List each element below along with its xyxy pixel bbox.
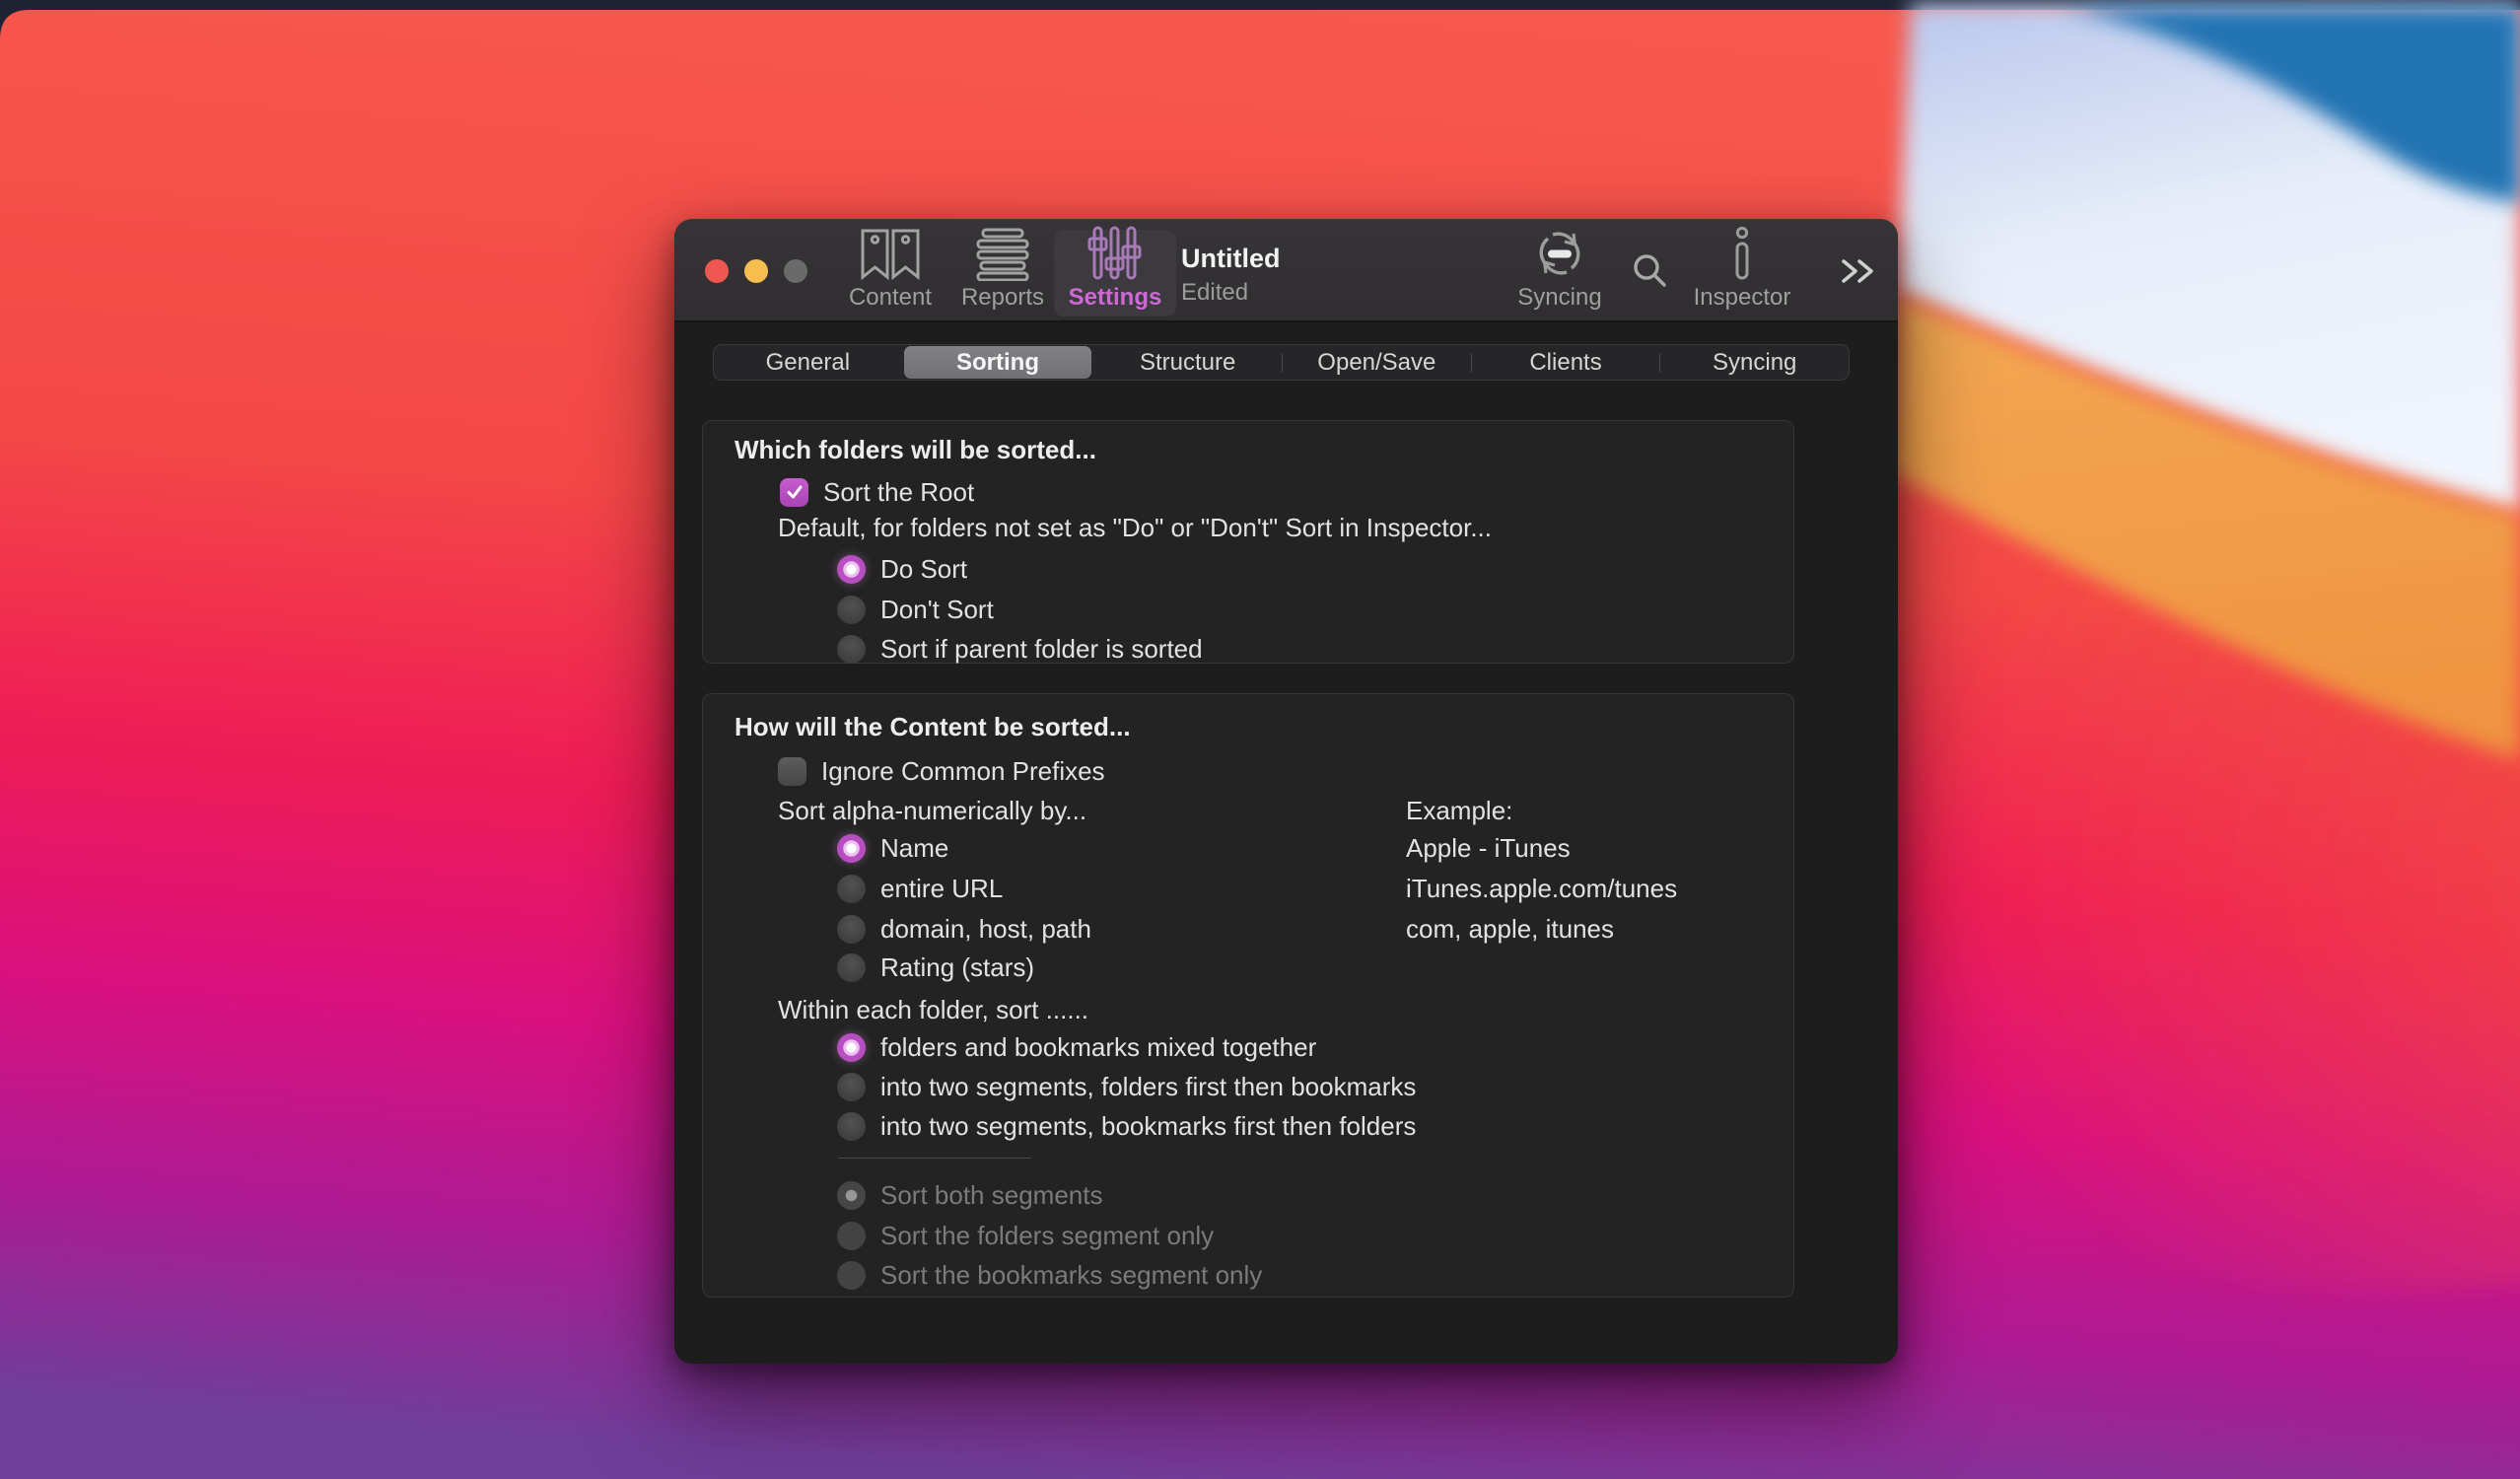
group-heading: Which folders will be sorted... <box>735 435 1096 464</box>
sort-root-checkbox[interactable] <box>780 477 808 507</box>
app-window: Content Reports Settings Untitled Edited… <box>674 219 1898 1364</box>
close-button[interactable] <box>705 259 729 283</box>
sort-both-segments-radio <box>837 1180 866 1210</box>
example-value: Apple - iTunes <box>1406 832 1571 863</box>
tab-open-save[interactable]: Open/Save <box>1283 345 1471 380</box>
window-title: Untitled Edited <box>1181 244 1281 307</box>
radio-label: Don't Sort <box>880 594 994 624</box>
radio-label: entire URL <box>880 873 1004 903</box>
radio-label: Sort if parent folder is sorted <box>880 633 1203 664</box>
minimize-button[interactable] <box>744 259 768 283</box>
radio-label: Sort the bookmarks segment only <box>880 1259 1263 1290</box>
sort-both-segments-row: Sort both segments <box>837 1177 1102 1213</box>
toolbar-item-reports[interactable]: Reports <box>942 228 1064 317</box>
section-divider <box>838 1158 1031 1159</box>
radio-label: Sort the folders segment only <box>880 1220 1215 1250</box>
within-folder-caption: Within each folder, sort ...... <box>778 995 1089 1024</box>
toolbar-item-inspector[interactable]: Inspector <box>1681 226 1803 317</box>
radio-label: Rating (stars) <box>880 951 1035 982</box>
tab-sorting[interactable]: Sorting <box>903 346 1092 379</box>
toolbar-item-settings[interactable]: Settings <box>1054 226 1176 317</box>
overflow-chevron-icon[interactable] <box>1834 249 1881 298</box>
sort-folders-segment-radio <box>837 1221 866 1250</box>
sortby-name-row[interactable]: Name Apple - iTunes <box>837 830 1571 866</box>
settings-tab-bar: General Sorting Structure Open/Save Clie… <box>713 344 1850 381</box>
toolbar-label-settings: Settings <box>1068 284 1162 311</box>
default-sort-caption: Default, for folders not set as "Do" or … <box>778 513 1492 542</box>
mixed-together-radio[interactable] <box>837 1032 866 1062</box>
bookmarks-icon <box>859 228 922 281</box>
sort-if-parent-radio[interactable] <box>837 634 866 664</box>
sort-folders-segment-row: Sort the folders segment only <box>837 1218 1214 1253</box>
sortby-caption: Sort alpha-numerically by... <box>778 795 1087 825</box>
bookmarks-first-row[interactable]: into two segments, bookmarks first then … <box>837 1108 1416 1144</box>
tab-structure[interactable]: Structure <box>1093 345 1282 380</box>
sortby-domain-radio[interactable] <box>837 914 866 944</box>
radio-label: into two segments, folders first then bo… <box>880 1071 1417 1101</box>
sortby-domain-row[interactable]: domain, host, path com, apple, itunes <box>837 911 1614 947</box>
dont-sort-radio[interactable] <box>837 595 866 624</box>
radio-label: into two segments, bookmarks first then … <box>880 1110 1417 1141</box>
sync-arrows-icon <box>1531 226 1588 281</box>
dont-sort-row[interactable]: Don't Sort <box>837 592 994 627</box>
radio-label: domain, host, path <box>880 913 1091 944</box>
bookmarks-first-radio[interactable] <box>837 1111 866 1141</box>
do-sort-row[interactable]: Do Sort <box>837 551 967 587</box>
radio-label: folders and bookmarks mixed together <box>880 1031 1317 1062</box>
sort-if-parent-row[interactable]: Sort if parent folder is sorted <box>837 631 1203 667</box>
group-which-folders: Which folders will be sorted... Sort the… <box>702 420 1794 664</box>
sortby-name-radio[interactable] <box>837 833 866 863</box>
toolbar: Content Reports Settings Untitled Edited… <box>674 220 1898 322</box>
sort-bookmarks-segment-row: Sort the bookmarks segment only <box>837 1257 1262 1293</box>
toolbar-label-content: Content <box>848 284 933 311</box>
search-icon[interactable] <box>1627 247 1672 298</box>
checkbox-label: Ignore Common Prefixes <box>821 755 1105 786</box>
toolbar-item-syncing[interactable]: Syncing <box>1499 230 1621 317</box>
folders-first-row[interactable]: into two segments, folders first then bo… <box>837 1069 1416 1104</box>
document-status: Edited <box>1181 279 1249 306</box>
do-sort-radio[interactable] <box>837 554 866 584</box>
sort-bookmarks-segment-radio <box>837 1260 866 1290</box>
toolbar-item-content[interactable]: Content <box>829 228 951 317</box>
ignore-prefixes-checkbox[interactable] <box>778 756 806 786</box>
ignore-prefixes-row[interactable]: Ignore Common Prefixes <box>778 753 1105 789</box>
sortby-rating-row[interactable]: Rating (stars) <box>837 950 1034 985</box>
sliders-icon <box>1086 226 1144 281</box>
tab-general[interactable]: General <box>714 345 902 380</box>
example-value: com, apple, itunes <box>1406 913 1615 944</box>
radio-label: Sort both segments <box>880 1179 1103 1210</box>
sortby-caption-row: Sort alpha-numerically by... Example: <box>778 793 1512 828</box>
tab-syncing[interactable]: Syncing <box>1660 345 1849 380</box>
group-heading: How will the Content be sorted... <box>735 712 1131 741</box>
toolbar-label-inspector: Inspector <box>1693 284 1791 311</box>
tab-clients[interactable]: Clients <box>1472 345 1660 380</box>
zoom-button[interactable] <box>784 259 807 283</box>
group-content-sorting: How will the Content be sorted... Ignore… <box>702 693 1794 1298</box>
radio-label: Do Sort <box>880 553 968 584</box>
sortby-rating-radio[interactable] <box>837 952 866 982</box>
sortby-url-radio[interactable] <box>837 874 866 903</box>
radio-label: Name <box>880 832 949 863</box>
toolbar-label-syncing: Syncing <box>1517 284 1602 311</box>
report-lines-icon <box>975 228 1030 281</box>
folders-first-radio[interactable] <box>837 1072 866 1101</box>
sort-root-row[interactable]: Sort the Root <box>780 474 974 510</box>
example-value: iTunes.apple.com/tunes <box>1406 873 1678 903</box>
checkbox-label: Sort the Root <box>823 476 975 507</box>
toolbar-label-reports: Reports <box>960 284 1045 311</box>
sortby-url-row[interactable]: entire URL iTunes.apple.com/tunes <box>837 871 1677 906</box>
example-header: Example: <box>1406 795 1513 825</box>
mixed-together-row[interactable]: folders and bookmarks mixed together <box>837 1029 1316 1065</box>
info-icon <box>1730 226 1754 281</box>
segment-divider <box>902 353 903 373</box>
document-title: Untitled <box>1181 244 1281 273</box>
